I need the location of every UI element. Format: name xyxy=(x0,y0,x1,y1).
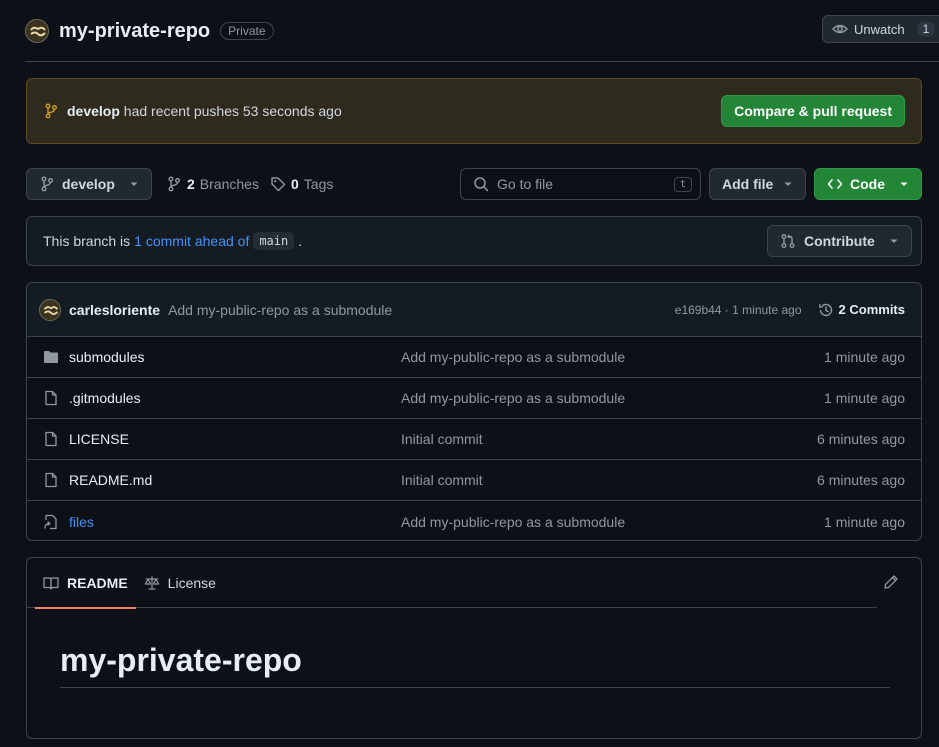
watch-count: 1 xyxy=(916,22,936,36)
file-name[interactable]: README.md xyxy=(69,472,401,488)
author-avatar[interactable] xyxy=(39,298,61,321)
compare-pull-request-button[interactable]: Compare & pull request xyxy=(721,95,905,127)
law-icon xyxy=(144,575,160,591)
branch-status-text: This branch is 1 commit ahead of main. xyxy=(43,232,767,250)
branch-selector-label: develop xyxy=(62,176,115,192)
banner-message: had recent pushes 53 seconds ago xyxy=(123,103,342,119)
banner-branch[interactable]: develop xyxy=(67,103,120,119)
shortcut-key: t xyxy=(673,176,692,192)
file-commit-time: 1 minute ago xyxy=(824,390,905,406)
banner-text: develop had recent pushes 53 seconds ago xyxy=(67,103,721,119)
tags-link[interactable]: 0 Tags xyxy=(270,168,333,200)
folder-icon xyxy=(43,349,63,365)
file-commit-time: 1 minute ago xyxy=(824,513,905,530)
repo-header: my-private-repo Private xyxy=(25,17,274,45)
branch-status-box: This branch is 1 commit ahead of main. C… xyxy=(26,216,922,266)
contribute-label: Contribute xyxy=(804,233,875,249)
branch-status-suffix: . xyxy=(298,233,303,249)
file-row[interactable]: files Add my-public-repo as a submodule … xyxy=(27,501,921,540)
file-name[interactable]: LICENSE xyxy=(69,431,401,447)
readme-panel: README License my-private-repo xyxy=(26,557,922,739)
file-name[interactable]: submodules xyxy=(69,349,401,365)
tab-license-label: License xyxy=(167,575,216,591)
tags-label: Tags xyxy=(303,176,334,192)
latest-commit-row: carlesloriente Add my-public-repo as a s… xyxy=(27,283,921,337)
file-row[interactable]: LICENSE Initial commit 6 minutes ago xyxy=(27,419,921,460)
caret-down-icon xyxy=(783,179,793,189)
tab-license[interactable]: License xyxy=(136,558,224,608)
add-file-button[interactable]: Add file xyxy=(709,168,806,200)
tab-readme[interactable]: README xyxy=(35,558,136,609)
go-to-file-placeholder: Go to file xyxy=(497,176,554,192)
tags-count: 0 xyxy=(291,176,299,192)
repo-name[interactable]: my-private-repo xyxy=(59,20,210,43)
caret-down-icon xyxy=(129,179,139,189)
file-commit-message[interactable]: Initial commit xyxy=(401,472,817,488)
owner-avatar[interactable] xyxy=(25,19,49,43)
add-file-label: Add file xyxy=(722,176,774,192)
pencil-icon[interactable] xyxy=(883,574,899,590)
readme-heading: my-private-repo xyxy=(60,642,890,688)
code-icon xyxy=(827,176,843,192)
commits-ahead-link[interactable]: 1 commit ahead of xyxy=(134,233,249,249)
contribute-button[interactable]: Contribute xyxy=(767,225,912,257)
symlink-icon xyxy=(43,514,63,530)
commit-message[interactable]: Add my-public-repo as a submodule xyxy=(168,302,667,318)
visibility-badge: Private xyxy=(220,22,274,40)
branch-status-prefix: This branch is xyxy=(43,233,131,249)
go-to-file-input[interactable]: Go to file t xyxy=(460,168,701,200)
file-icon xyxy=(43,472,63,488)
header-divider xyxy=(25,61,939,62)
code-button[interactable]: Code xyxy=(814,168,922,200)
branches-count: 2 xyxy=(187,176,195,192)
branches-link[interactable]: 2 Branches xyxy=(166,168,259,200)
history-icon xyxy=(818,302,834,318)
file-name[interactable]: .gitmodules xyxy=(69,390,401,406)
file-commit-message[interactable]: Add my-public-repo as a submodule xyxy=(401,514,824,530)
file-row[interactable]: submodules Add my-public-repo as a submo… xyxy=(27,337,921,378)
file-commit-time: 6 minutes ago xyxy=(817,431,905,447)
search-icon xyxy=(473,176,489,192)
branch-icon xyxy=(39,176,55,192)
branches-label: Branches xyxy=(199,176,259,192)
commit-hash-time[interactable]: e169b44 · 1 minute ago xyxy=(675,303,802,317)
commit-author[interactable]: carlesloriente xyxy=(69,302,160,318)
unwatch-label: Unwatch xyxy=(854,21,905,37)
branch-selector[interactable]: develop xyxy=(26,168,152,200)
code-label: Code xyxy=(850,176,885,192)
caret-down-icon xyxy=(889,236,899,246)
commits-count: 2 Commits xyxy=(838,302,905,317)
tag-icon xyxy=(270,176,286,192)
file-commit-message[interactable]: Add my-public-repo as a submodule xyxy=(401,390,824,406)
branch-icon xyxy=(166,176,182,192)
readme-tabs: README License xyxy=(27,558,921,609)
file-commit-message[interactable]: Initial commit xyxy=(401,431,817,447)
file-row[interactable]: README.md Initial commit 6 minutes ago xyxy=(27,460,921,501)
commits-history-link[interactable]: 2 Commits xyxy=(818,302,905,318)
base-branch-label: main xyxy=(253,232,295,250)
file-icon xyxy=(43,431,63,447)
recent-push-banner: develop had recent pushes 53 seconds ago… xyxy=(26,78,922,144)
caret-down-icon xyxy=(899,179,909,189)
file-row[interactable]: .gitmodules Add my-public-repo as a subm… xyxy=(27,378,921,419)
file-commit-time: 1 minute ago xyxy=(824,349,905,365)
file-commit-message[interactable]: Add my-public-repo as a submodule xyxy=(401,349,824,365)
file-icon xyxy=(43,390,63,406)
pull-request-icon xyxy=(780,233,796,249)
branch-icon xyxy=(43,103,59,119)
file-table: carlesloriente Add my-public-repo as a s… xyxy=(26,282,922,541)
unwatch-button[interactable]: Unwatch 1 xyxy=(822,15,939,43)
tab-readme-label: README xyxy=(67,575,128,591)
book-icon xyxy=(43,575,59,591)
file-commit-time: 6 minutes ago xyxy=(817,472,905,488)
file-name[interactable]: files xyxy=(69,514,401,530)
eye-icon xyxy=(832,21,848,37)
